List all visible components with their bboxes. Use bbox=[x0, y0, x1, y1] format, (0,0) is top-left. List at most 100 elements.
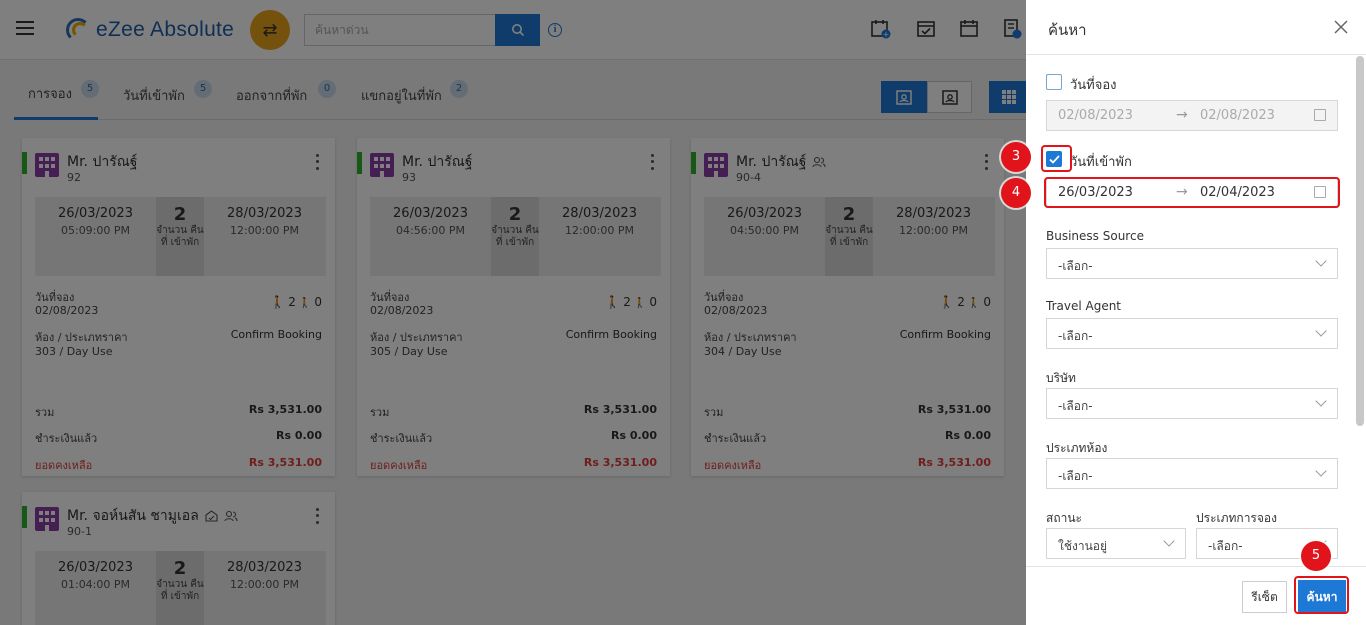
more-options-icon[interactable] bbox=[982, 152, 990, 172]
booking-date-label: วันที่จอง bbox=[1070, 78, 1117, 93]
departure-date: 28/03/2023 bbox=[227, 206, 302, 221]
booking-id: 90-1 bbox=[67, 525, 92, 538]
guest-name: Mr. จอห์นสัน ชามูเอล bbox=[67, 505, 238, 527]
close-icon[interactable] bbox=[1334, 20, 1348, 34]
card-view-button[interactable] bbox=[881, 81, 927, 113]
arrival-date: 26/03/2023 bbox=[393, 206, 468, 221]
paid-value: Rs 0.00 bbox=[611, 429, 657, 442]
departure-time: 12:00:00 PM bbox=[229, 578, 300, 591]
quick-search-input[interactable] bbox=[304, 14, 496, 46]
paid-label: ชำระเงินแล้ว bbox=[704, 432, 767, 445]
arrival-time: 05:09:00 PM bbox=[60, 224, 131, 237]
guest-view-button[interactable] bbox=[927, 81, 972, 113]
more-options-icon[interactable] bbox=[648, 152, 656, 172]
calendar-check-icon[interactable] bbox=[915, 18, 937, 40]
balance-label: ยอดคงเหลือ bbox=[35, 459, 93, 472]
child-count: 0 bbox=[983, 295, 991, 309]
highlight-arrival-date-range bbox=[1044, 177, 1340, 208]
travel-agent-select[interactable]: -เลือก- bbox=[1046, 318, 1338, 349]
total-value: Rs 3,531.00 bbox=[917, 403, 991, 416]
vip-icon bbox=[205, 510, 218, 522]
chevron-down-icon bbox=[1315, 465, 1327, 477]
building-icon bbox=[35, 507, 59, 531]
status-select[interactable]: ใช้งานอยู่ bbox=[1046, 528, 1186, 559]
room-type-select[interactable]: -เลือก- bbox=[1046, 458, 1338, 489]
reservation-type-label: ประเภทการจอง bbox=[1196, 511, 1277, 525]
paid-value: Rs 0.00 bbox=[945, 429, 991, 442]
nights-count: 2 bbox=[173, 558, 187, 579]
arrival-time: 01:04:00 PM bbox=[60, 578, 131, 591]
guest-name: Mr. ปารัณฐ์ bbox=[736, 151, 826, 173]
booking-status: Confirm Booking bbox=[565, 328, 657, 341]
menu-icon[interactable] bbox=[16, 21, 34, 35]
chevron-down-icon bbox=[1315, 255, 1327, 267]
tab-label: การจอง bbox=[28, 87, 72, 102]
step-badge: 5 bbox=[1301, 541, 1331, 571]
reset-button[interactable]: รีเซ็ต bbox=[1242, 581, 1287, 613]
departure-time: 12:00:00 PM bbox=[229, 224, 300, 237]
balance-label: ยอดคงเหลือ bbox=[370, 459, 428, 472]
booking-date-checkbox[interactable] bbox=[1046, 74, 1062, 90]
panel-title: ค้นหา bbox=[1048, 21, 1087, 39]
arrival-time: 04:56:00 PM bbox=[395, 224, 466, 237]
billing-icon[interactable] bbox=[1002, 18, 1024, 40]
room-value: 303 / Day Use bbox=[35, 345, 113, 358]
paid-label: ชำระเงินแล้ว bbox=[370, 432, 433, 445]
nights-count: 2 bbox=[173, 204, 187, 225]
top-bar: eZee Absolute ⇄ i + bbox=[0, 0, 1026, 60]
more-options-icon[interactable] bbox=[313, 152, 321, 172]
child-count: 0 bbox=[649, 295, 657, 309]
total-label: รวม bbox=[370, 406, 390, 419]
stay-dates: 26/03/2023 04:56:00 PM 2 จำนวน คืนที่ เข้า… bbox=[370, 197, 661, 276]
balance-label: ยอดคงเหลือ bbox=[704, 459, 762, 472]
arrival-date: 26/03/2023 bbox=[727, 206, 802, 221]
chevron-down-icon bbox=[1315, 395, 1327, 407]
select-value: -เลือก- bbox=[1058, 329, 1093, 343]
select-value: -เลือก- bbox=[1058, 469, 1093, 483]
guest-card-icon bbox=[896, 90, 912, 105]
status-indicator bbox=[357, 152, 362, 174]
paid-label: ชำระเงินแล้ว bbox=[35, 432, 98, 445]
company-select[interactable]: -เลือก- bbox=[1046, 388, 1338, 419]
panel-scrollbar[interactable] bbox=[1356, 56, 1364, 426]
business-source-select[interactable]: -เลือก- bbox=[1046, 248, 1338, 279]
status-label: สถานะ bbox=[1046, 511, 1082, 525]
step-badge: 4 bbox=[1001, 178, 1031, 208]
status-indicator bbox=[22, 152, 27, 174]
shuffle-icon[interactable]: ⇄ bbox=[250, 10, 290, 50]
booking-status: Confirm Booking bbox=[899, 328, 991, 341]
adult-count: 2 bbox=[623, 295, 631, 309]
company-label: บริษัท bbox=[1046, 371, 1076, 385]
child-icon: 🚶 bbox=[967, 298, 981, 309]
search-button[interactable] bbox=[495, 14, 540, 46]
guest-group-icon bbox=[224, 510, 238, 522]
tab-departures[interactable]: ออกจากที่พัก bbox=[236, 70, 307, 120]
booking-status: Confirm Booking bbox=[230, 328, 322, 341]
adult-count: 2 bbox=[957, 295, 965, 309]
info-icon[interactable]: i bbox=[548, 23, 562, 37]
room-value: 305 / Day Use bbox=[370, 345, 448, 358]
booking-id: 92 bbox=[67, 171, 81, 184]
guest-name-text: Mr. ปารัณฐ์ bbox=[736, 154, 807, 170]
calendar-icon bbox=[1314, 109, 1326, 121]
booking-card[interactable]: Mr. ปารัณฐ์ 92 26/03/2023 05:09:00 PM 2 จำ… bbox=[22, 138, 335, 476]
guest-group-icon bbox=[812, 156, 826, 168]
more-options-icon[interactable] bbox=[313, 506, 321, 526]
booking-card[interactable]: Mr. ปารัณฐ์ 90-4 26/03/2023 04:50:00 PM 2… bbox=[691, 138, 1004, 476]
total-label: รวม bbox=[704, 406, 724, 419]
panel-header: ค้นหา bbox=[1026, 0, 1366, 55]
brand-name: eZee Absolute bbox=[96, 18, 235, 41]
booking-date-range[interactable]: 02/08/2023 → 02/08/2023 bbox=[1046, 100, 1338, 131]
tab-in-house[interactable]: แขกอยู่ในที่พัก bbox=[361, 70, 442, 120]
grid-view-button[interactable] bbox=[989, 81, 1026, 113]
tab-arrivals[interactable]: วันที่เข้าพัก bbox=[123, 70, 185, 120]
calendar-icon[interactable] bbox=[958, 18, 980, 40]
booking-card[interactable]: Mr. ปารัณฐ์ 93 26/03/2023 04:56:00 PM 2 จำ… bbox=[357, 138, 670, 476]
booking-id: 93 bbox=[402, 171, 416, 184]
booking-card[interactable]: Mr. จอห์นสัน ชามูเอล 90-1 26/03/2023 01:0… bbox=[22, 492, 335, 625]
logo[interactable]: eZee Absolute bbox=[66, 14, 234, 46]
step-badge: 3 bbox=[1001, 142, 1031, 172]
calendar-add-icon[interactable]: + bbox=[870, 18, 892, 40]
arrival-date-label: วันที่เข้าพัก bbox=[1070, 155, 1132, 170]
adult-icon: 🚶 bbox=[270, 295, 286, 309]
